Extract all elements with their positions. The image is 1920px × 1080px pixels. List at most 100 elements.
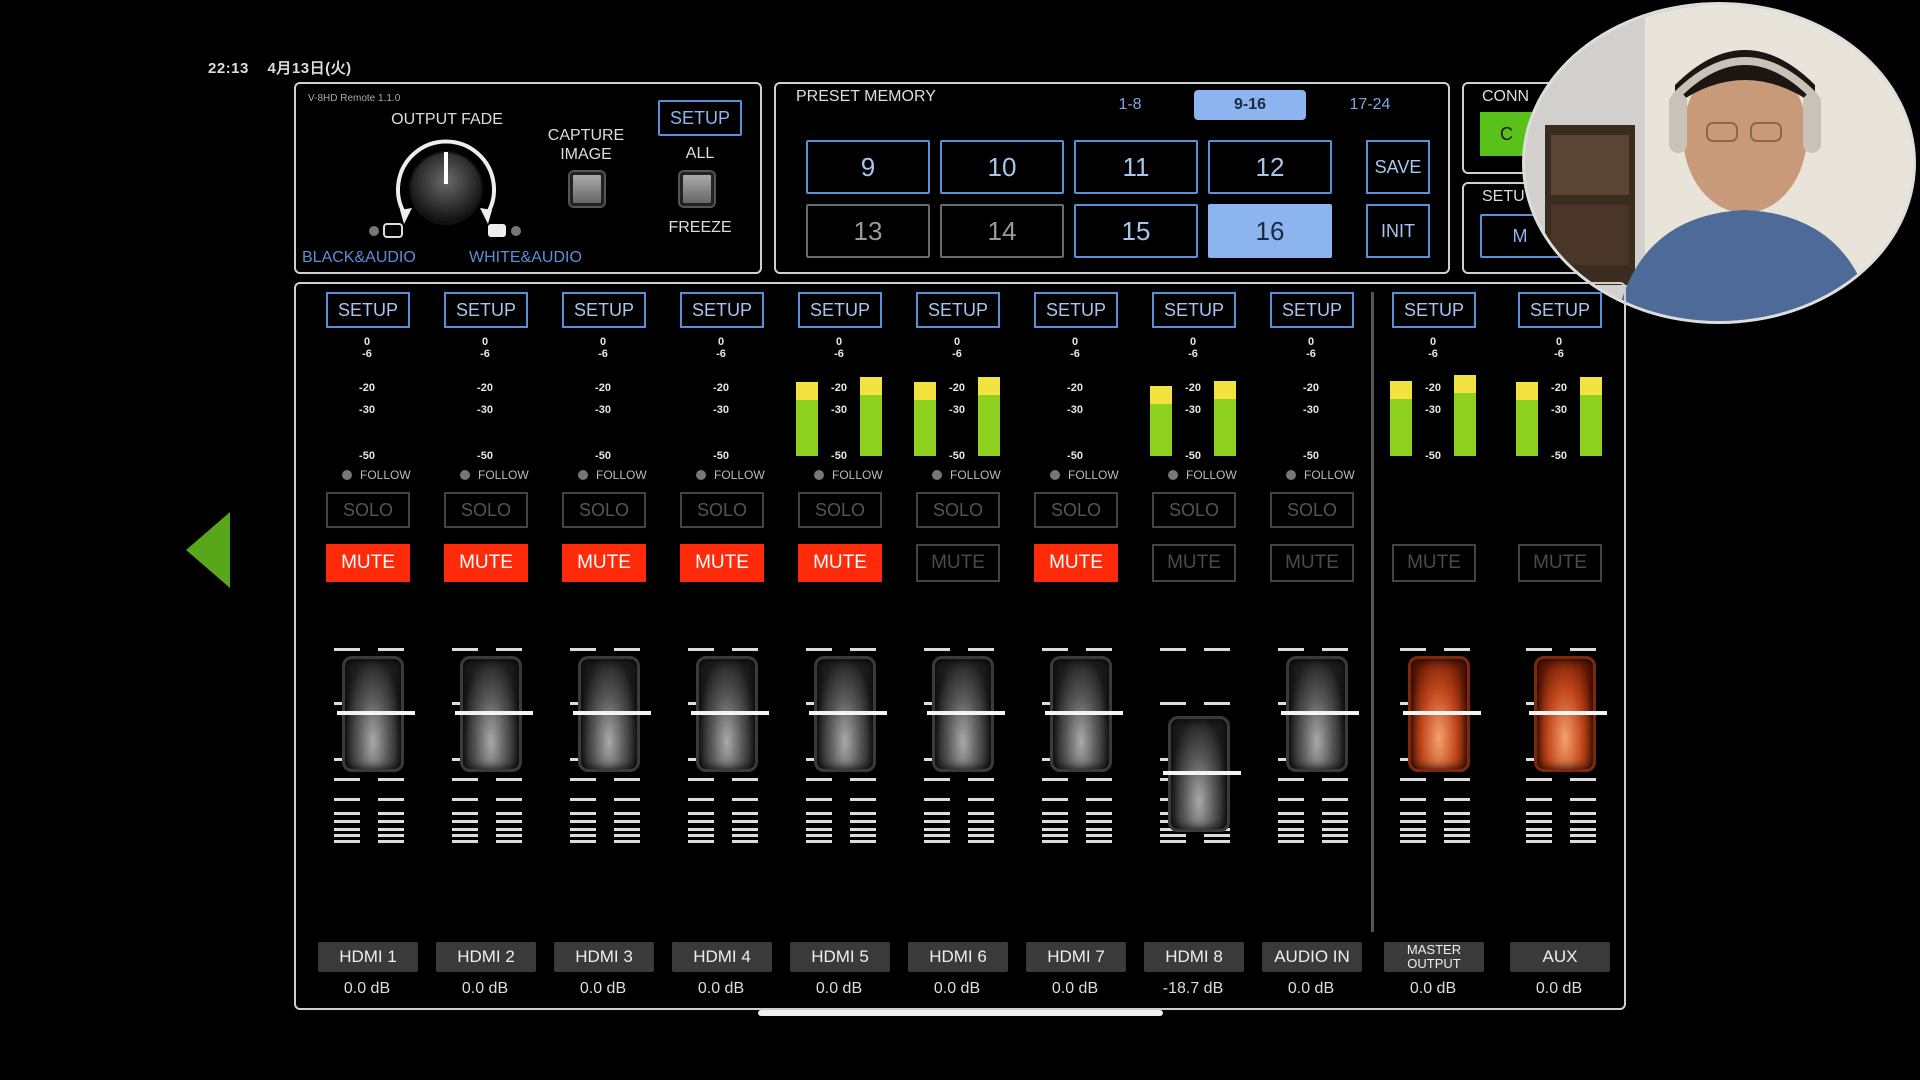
follow-toggle[interactable]: FOLLOW: [1050, 468, 1119, 482]
solo-button[interactable]: SOLO: [916, 492, 1000, 528]
channel-setup-button[interactable]: SETUP: [1152, 292, 1236, 328]
master-divider: [1371, 292, 1374, 932]
preset-button-13[interactable]: 13: [806, 204, 930, 258]
fader-tick: [1160, 834, 1186, 837]
follow-toggle[interactable]: FOLLOW: [696, 468, 765, 482]
preset-button-15[interactable]: 15: [1074, 204, 1198, 258]
fader-tick: [1086, 648, 1112, 651]
channel-setup-button[interactable]: SETUP: [1392, 292, 1476, 328]
solo-button[interactable]: SOLO: [1152, 492, 1236, 528]
fader-knob[interactable]: [455, 656, 533, 772]
mute-button[interactable]: MUTE: [1270, 544, 1354, 582]
solo-button[interactable]: SOLO: [680, 492, 764, 528]
mute-button[interactable]: MUTE: [1152, 544, 1236, 582]
channel-setup-button[interactable]: SETUP: [798, 292, 882, 328]
channel-setup-button[interactable]: SETUP: [680, 292, 764, 328]
preset-button-16[interactable]: 16: [1208, 204, 1332, 258]
fader-knob[interactable]: [691, 656, 769, 772]
fader-tick: [688, 834, 714, 837]
fader-knob[interactable]: [1403, 656, 1481, 772]
channel-setup-button[interactable]: SETUP: [1518, 292, 1602, 328]
fader-tick: [1400, 648, 1426, 651]
tab-range-9-16[interactable]: 9-16: [1194, 90, 1306, 120]
fader-knob-line: [1163, 771, 1241, 775]
fader-knob[interactable]: [573, 656, 651, 772]
fader-tick: [924, 648, 950, 651]
fader-tick: [334, 778, 360, 781]
fader-knob[interactable]: [927, 656, 1005, 772]
channel-setup-button[interactable]: SETUP: [1270, 292, 1354, 328]
mute-button[interactable]: MUTE: [1518, 544, 1602, 582]
channel-setup-button[interactable]: SETUP: [444, 292, 528, 328]
meter-scale-label: -50: [713, 450, 729, 462]
preset-init-button[interactable]: INIT: [1366, 204, 1430, 258]
solo-button[interactable]: SOLO: [444, 492, 528, 528]
back-arrow-icon[interactable]: [186, 512, 230, 588]
fader-knob[interactable]: [1045, 656, 1123, 772]
fader-knob[interactable]: [1281, 656, 1359, 772]
follow-indicator-icon: [460, 470, 470, 480]
fader-tick: [1526, 828, 1552, 831]
preset-save-button[interactable]: SAVE: [1366, 140, 1430, 194]
fader-tick: [732, 798, 758, 801]
fader-tick: [1526, 820, 1552, 823]
channel-setup-button[interactable]: SETUP: [916, 292, 1000, 328]
channel-setup-button[interactable]: SETUP: [562, 292, 646, 328]
preset-button-14[interactable]: 14: [940, 204, 1064, 258]
channel-strip-7: SETUP 0 -6 -20 -30 -50 FOLLOW SOLO MUTE HDMI 7 0.0…: [1020, 292, 1130, 1008]
mute-button[interactable]: MUTE: [680, 544, 764, 582]
fader-tick: [452, 798, 478, 801]
fade-setup-button[interactable]: SETUP: [658, 100, 742, 136]
solo-button[interactable]: SOLO: [326, 492, 410, 528]
mute-button[interactable]: MUTE: [562, 544, 646, 582]
fader-tick: [334, 820, 360, 823]
mute-button[interactable]: MUTE: [1392, 544, 1476, 582]
tab-range-17-24[interactable]: 17-24: [1314, 90, 1426, 120]
mute-button[interactable]: MUTE: [916, 544, 1000, 582]
preset-button-11[interactable]: 11: [1074, 140, 1198, 194]
freeze-all-button[interactable]: [680, 172, 714, 206]
follow-toggle[interactable]: FOLLOW: [342, 468, 411, 482]
fader-knob[interactable]: [809, 656, 887, 772]
follow-indicator-icon: [1286, 470, 1296, 480]
fader-tick: [1086, 828, 1112, 831]
follow-toggle[interactable]: FOLLOW: [932, 468, 1001, 482]
home-indicator[interactable]: [758, 1010, 1163, 1016]
meter-scale-label: -6: [1070, 348, 1080, 360]
solo-button[interactable]: SOLO: [562, 492, 646, 528]
fader-tick: [378, 648, 404, 651]
fader-knob[interactable]: [1163, 716, 1241, 832]
fader-knob[interactable]: [1529, 656, 1607, 772]
fader-tick: [334, 840, 360, 843]
solo-button[interactable]: SOLO: [1270, 492, 1354, 528]
follow-toggle[interactable]: FOLLOW: [578, 468, 647, 482]
follow-toggle[interactable]: FOLLOW: [1286, 468, 1355, 482]
follow-toggle[interactable]: FOLLOW: [814, 468, 883, 482]
channel-name: HDMI 3: [554, 942, 654, 972]
channel-setup-button[interactable]: SETUP: [1034, 292, 1118, 328]
follow-toggle[interactable]: FOLLOW: [1168, 468, 1237, 482]
fader-knob[interactable]: [337, 656, 415, 772]
webcam-overlay: [1522, 2, 1916, 324]
channel-setup-button[interactable]: SETUP: [326, 292, 410, 328]
fader-tick: [1278, 840, 1304, 843]
fader-tick: [968, 778, 994, 781]
preset-button-9[interactable]: 9: [806, 140, 930, 194]
fader-tick: [378, 840, 404, 843]
fader-tick: [570, 812, 596, 815]
mute-button[interactable]: MUTE: [444, 544, 528, 582]
mute-button[interactable]: MUTE: [326, 544, 410, 582]
solo-button[interactable]: SOLO: [798, 492, 882, 528]
output-fade-knob[interactable]: [366, 128, 526, 238]
solo-button[interactable]: SOLO: [1034, 492, 1118, 528]
tab-range-1-8[interactable]: 1-8: [1074, 90, 1186, 120]
preset-button-10[interactable]: 10: [940, 140, 1064, 194]
mute-button[interactable]: MUTE: [798, 544, 882, 582]
preset-button-12[interactable]: 12: [1208, 140, 1332, 194]
meter-scale-label: -6: [598, 348, 608, 360]
mute-button[interactable]: MUTE: [1034, 544, 1118, 582]
capture-image-button[interactable]: [570, 172, 604, 206]
follow-toggle[interactable]: FOLLOW: [460, 468, 529, 482]
fader-tick: [378, 828, 404, 831]
fader-tick: [688, 828, 714, 831]
